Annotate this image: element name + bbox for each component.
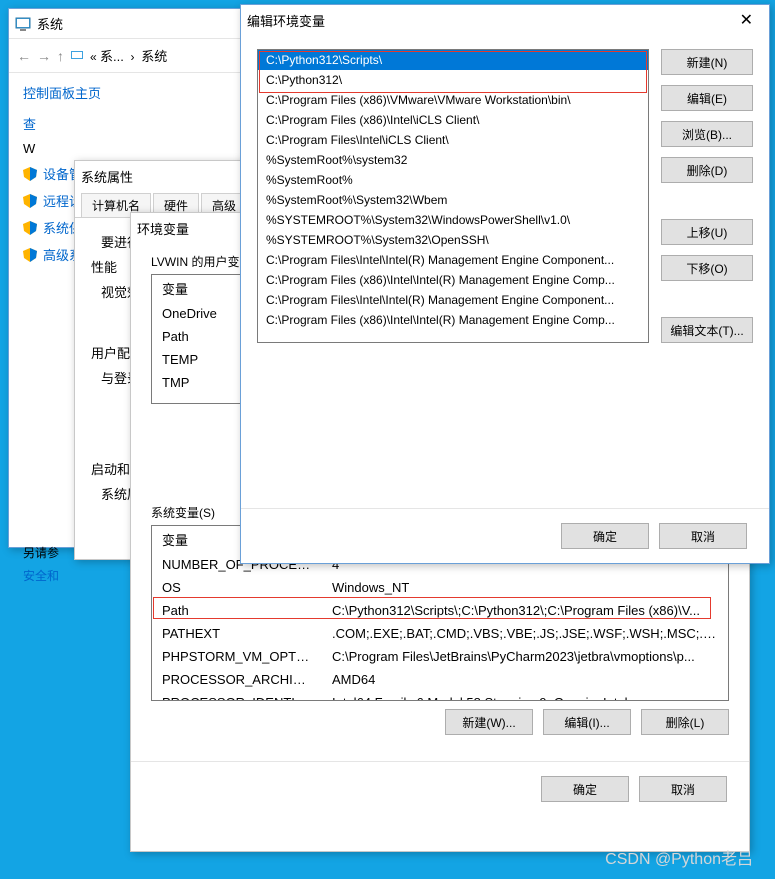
computer-icon: [70, 49, 84, 63]
table-row[interactable]: OSWindows_NT: [152, 576, 728, 599]
path-entry[interactable]: C:\Program Files (x86)\Intel\Intel(R) Ma…: [258, 270, 648, 290]
close-icon[interactable]: ✕: [730, 10, 763, 30]
table-row[interactable]: PROCESSOR_IDENTIFIERIntel64 Family 6 Mod…: [152, 691, 728, 701]
path-entry[interactable]: C:\Python312\: [258, 70, 648, 90]
path-entry[interactable]: C:\Program Files\Intel\Intel(R) Manageme…: [258, 290, 648, 310]
breadcrumb[interactable]: « 系... › 系统: [90, 46, 167, 65]
computer-icon: [15, 16, 31, 32]
path-entry[interactable]: C:\Program Files (x86)\Intel\iCLS Client…: [258, 110, 648, 130]
breadcrumb-bar: ← → ↑ « 系... › 系统: [9, 39, 241, 73]
nav-fwd-icon[interactable]: →: [37, 48, 51, 64]
table-row[interactable]: PathC:\Python312\Scripts\;C:\Python312\;…: [152, 599, 728, 622]
ok-button[interactable]: 确定: [541, 776, 629, 802]
delete-sysvar-button[interactable]: 删除(L): [641, 709, 729, 735]
shield-icon: [23, 248, 37, 262]
path-entry[interactable]: C:\Program Files (x86)\VMware\VMware Wor…: [258, 90, 648, 110]
path-entry[interactable]: %SYSTEMROOT%\System32\WindowsPowerShell\…: [258, 210, 648, 230]
cancel-button[interactable]: 取消: [639, 776, 727, 802]
path-entry[interactable]: %SYSTEMROOT%\System32\OpenSSH\: [258, 230, 648, 250]
nav-up-icon[interactable]: ↑: [57, 48, 64, 64]
path-entry[interactable]: C:\Program Files\Intel\iCLS Client\: [258, 130, 648, 150]
title-text: 系统: [37, 14, 63, 33]
move-up-button[interactable]: 上移(U): [661, 219, 753, 245]
title-text: 环境变量: [137, 219, 189, 238]
cancel-button[interactable]: 取消: [659, 523, 747, 549]
edit-text-button[interactable]: 编辑文本(T)...: [661, 317, 753, 343]
titlebar[interactable]: 编辑环境变量 ✕: [241, 5, 769, 35]
nav-back-icon[interactable]: ←: [17, 48, 31, 64]
path-entry[interactable]: C:\Program Files\Intel\Intel(R) Manageme…: [258, 250, 648, 270]
edit-button[interactable]: 编辑(E): [661, 85, 753, 111]
shield-icon: [23, 167, 37, 181]
table-row[interactable]: PROCESSOR_ARCHITECT...AMD64: [152, 668, 728, 691]
view-link[interactable]: 查: [23, 114, 227, 133]
delete-button[interactable]: 删除(D): [661, 157, 753, 183]
w-text: W: [23, 141, 227, 156]
path-list[interactable]: C:\Python312\Scripts\C:\Python312\C:\Pro…: [257, 49, 649, 343]
path-entry[interactable]: C:\Program Files (x86)\Intel\Intel(R) Ma…: [258, 310, 648, 330]
edit-sysvar-button[interactable]: 编辑(I)...: [543, 709, 631, 735]
title-text: 系统属性: [81, 167, 133, 186]
titlebar[interactable]: 系统: [9, 9, 241, 39]
ok-button[interactable]: 确定: [561, 523, 649, 549]
path-entry[interactable]: C:\Python312\Scripts\: [258, 50, 648, 70]
browse-button[interactable]: 浏览(B)...: [661, 121, 753, 147]
edit-env-var-window: 编辑环境变量 ✕ C:\Python312\Scripts\C:\Python3…: [240, 4, 770, 564]
shield-icon: [23, 194, 37, 208]
table-row[interactable]: PATHEXT.COM;.EXE;.BAT;.CMD;.VBS;.VBE;.JS…: [152, 622, 728, 645]
table-row[interactable]: PHPSTORM_VM_OPTIONSC:\Program Files\JetB…: [152, 645, 728, 668]
control-panel-home-link[interactable]: 控制面板主页: [23, 83, 227, 102]
new-button[interactable]: 新建(N): [661, 49, 753, 75]
path-entry[interactable]: %SystemRoot%\System32\Wbem: [258, 190, 648, 210]
path-entry[interactable]: %SystemRoot%\system32: [258, 150, 648, 170]
path-entry[interactable]: %SystemRoot%: [258, 170, 648, 190]
shield-icon: [23, 221, 37, 235]
move-down-button[interactable]: 下移(O): [661, 255, 753, 281]
title-text: 编辑环境变量: [247, 11, 325, 30]
new-sysvar-button[interactable]: 新建(W)...: [445, 709, 533, 735]
